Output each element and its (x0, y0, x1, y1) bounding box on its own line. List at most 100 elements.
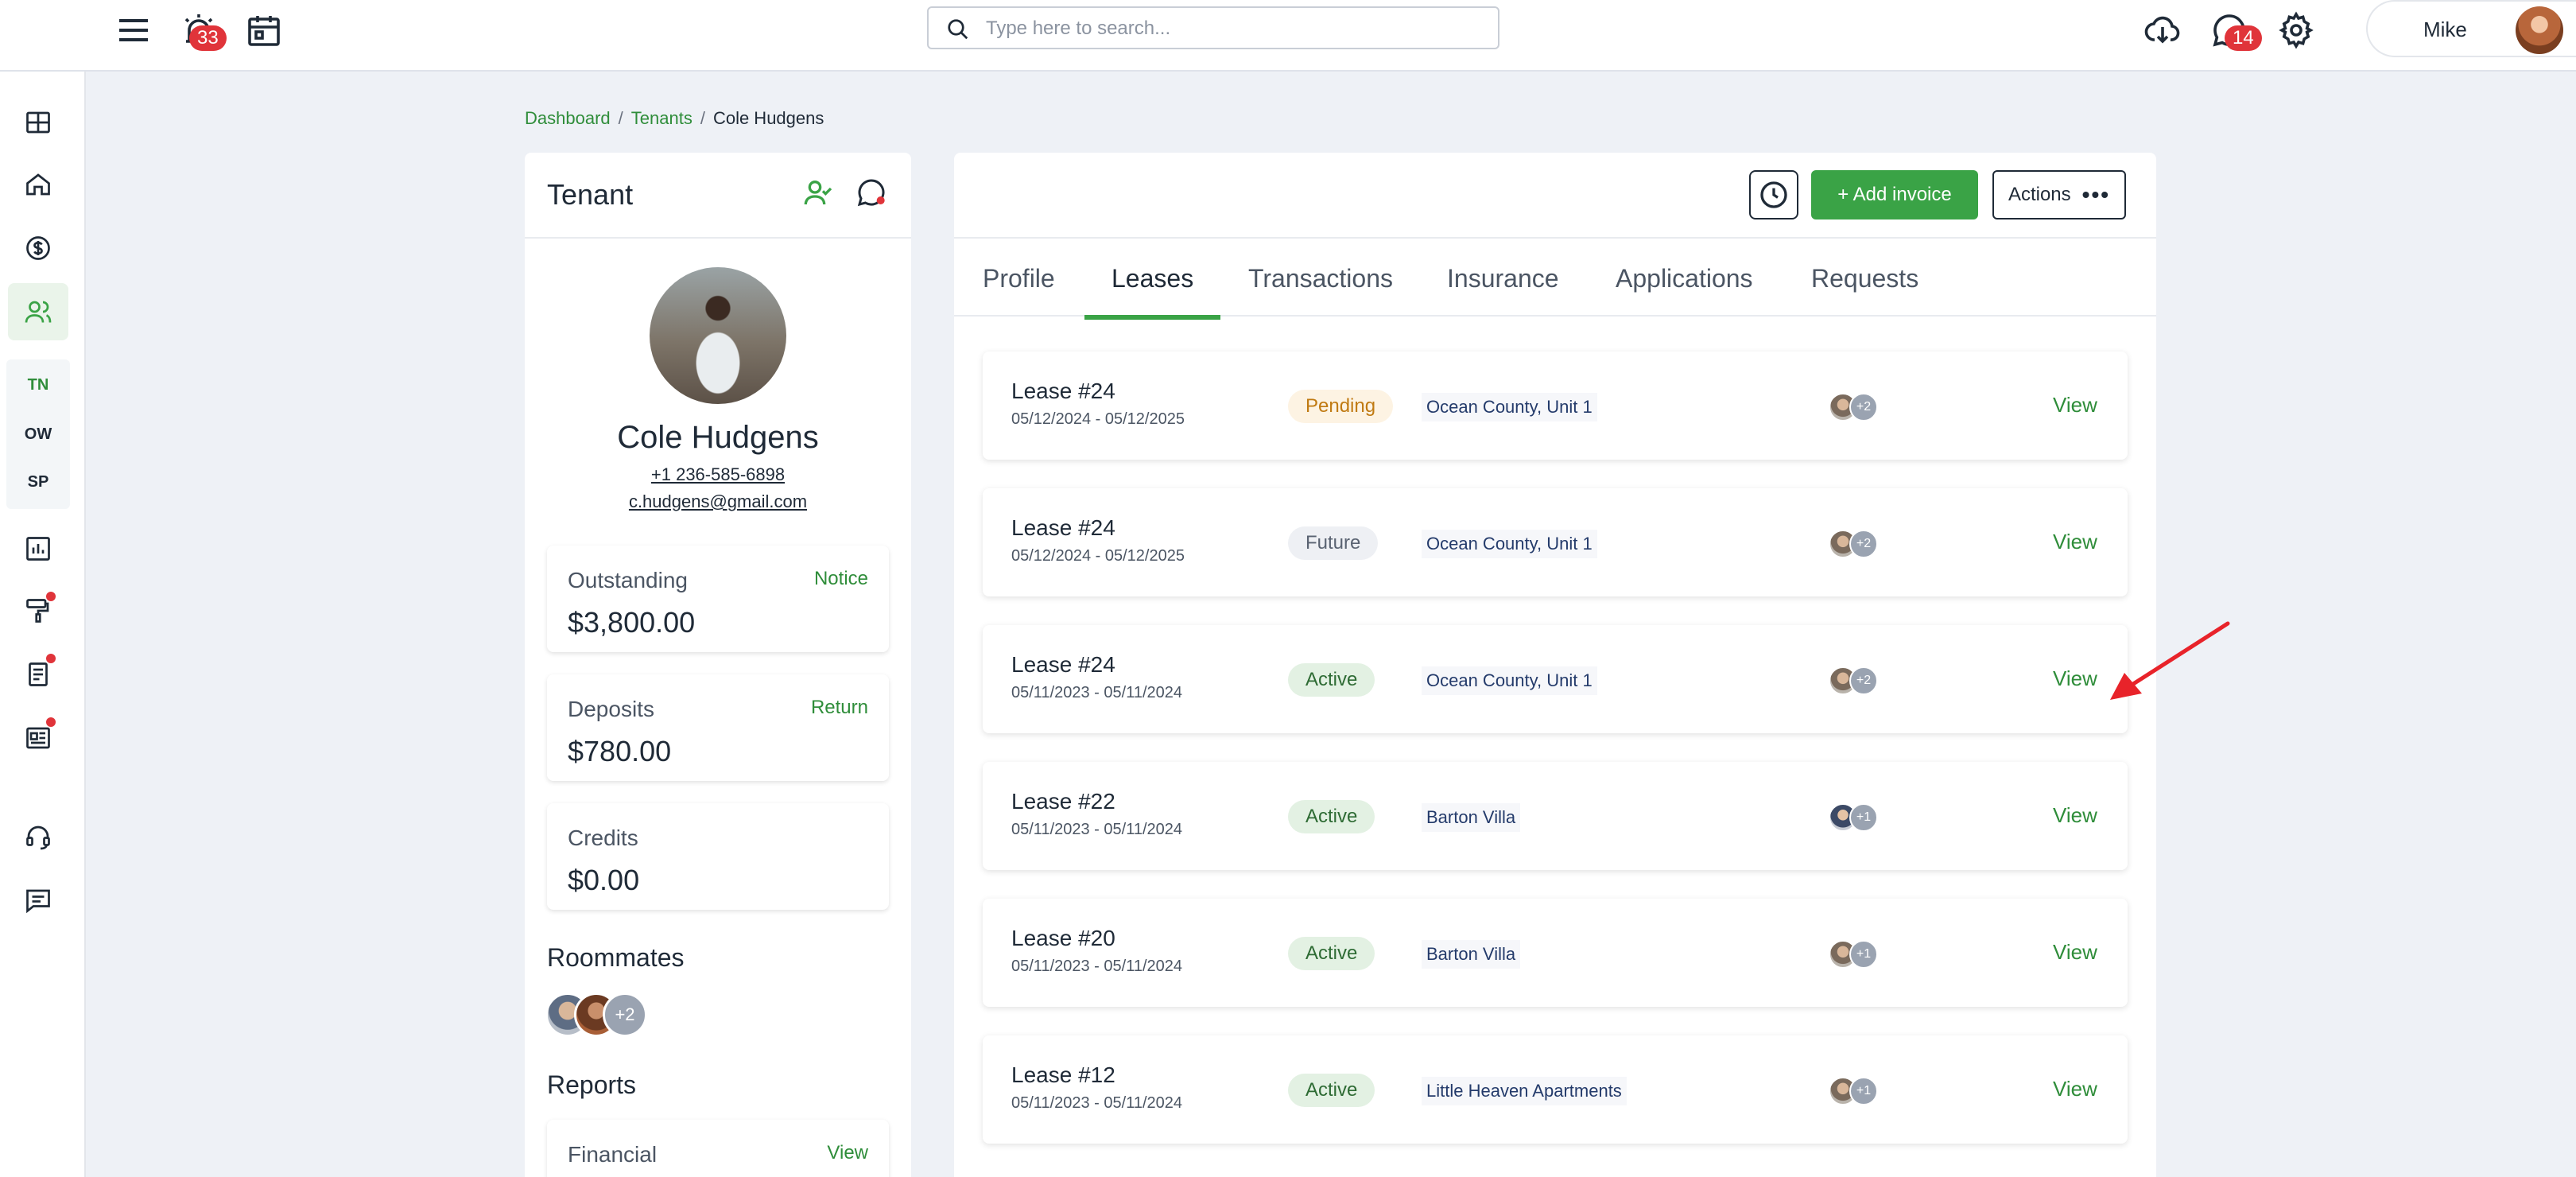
outstanding-box: Outstanding Notice $3,800.00 (547, 546, 889, 652)
notice-link[interactable]: Notice (814, 568, 868, 590)
lease-row[interactable]: Lease #12 05/11/2023 - 05/11/2024 Active… (983, 1035, 2128, 1144)
leases-card: + Add invoice Actions ••• Profile Leases… (954, 153, 2156, 1177)
home-icon (26, 173, 50, 196)
document-icon (29, 662, 48, 686)
more-dots-icon: ••• (2081, 182, 2111, 207)
lease-row[interactable]: Lease #24 05/11/2023 - 05/11/2024 Active… (983, 625, 2128, 733)
search-icon (948, 19, 968, 40)
settings-button[interactable] (2274, 8, 2318, 52)
menu-button[interactable] (111, 8, 156, 52)
breadcrumb-tenants[interactable]: Tenants (631, 108, 692, 128)
breadcrumb-current: Cole Hudgens (712, 108, 824, 128)
history-button[interactable] (1749, 170, 1798, 219)
messages-count-badge: 14 (2225, 25, 2262, 51)
credits-box: Credits $0.00 (547, 803, 889, 910)
financial-report-box: Financial View (547, 1120, 889, 1177)
breadcrumb-dashboard[interactable]: Dashboard (525, 108, 611, 128)
tab-leases[interactable]: Leases (1084, 239, 1221, 320)
tab-insurance[interactable]: Insurance (1420, 239, 1586, 318)
dollar-icon (26, 236, 50, 260)
calendar-icon (248, 16, 280, 46)
more-tenants-badge: +1 (1849, 803, 1878, 832)
lease-title: Lease #22 (1011, 789, 1115, 814)
breadcrumb: Dashboard / Tenants / Cole Hudgens (525, 108, 824, 129)
tab-profile[interactable]: Profile (956, 239, 1082, 318)
lease-row[interactable]: Lease #22 05/11/2023 - 05/11/2024 Active… (983, 762, 2128, 870)
sidebar-item-maintenance[interactable] (8, 582, 68, 639)
download-button[interactable] (2140, 8, 2185, 52)
lease-title: Lease #20 (1011, 926, 1115, 950)
sidebar-item-people[interactable] (8, 283, 68, 340)
top-bar: 33 14 Mike (0, 0, 2576, 72)
view-lease-link[interactable]: View (2053, 530, 2097, 554)
sidebar-item-tenants[interactable]: TN (8, 363, 68, 407)
search-input[interactable] (986, 14, 1479, 43)
financial-report-view-link[interactable]: View (827, 1142, 868, 1164)
view-lease-link[interactable]: View (2053, 803, 2097, 828)
calendar-button[interactable] (242, 8, 286, 52)
roommates-title: Roommates (547, 943, 685, 972)
notification-dot (46, 654, 56, 663)
property-name: Barton Villa (1422, 803, 1521, 832)
sidebar-item-owners[interactable]: OW (8, 412, 68, 456)
status-badge: Active (1288, 800, 1375, 833)
property-name: Ocean County, Unit 1 (1422, 393, 1597, 421)
tab-transactions[interactable]: Transactions (1221, 239, 1420, 318)
lease-dates: 05/11/2023 - 05/11/2024 (1011, 684, 1182, 701)
tenant-card-header: Tenant (525, 153, 911, 239)
sidebar-item-properties[interactable] (8, 156, 68, 213)
more-tenants-badge: +1 (1849, 1077, 1878, 1105)
property-name: Little Heaven Apartments (1422, 1077, 1627, 1105)
alarm-count-badge: 33 (189, 25, 227, 51)
view-lease-link[interactable]: View (2053, 1077, 2097, 1101)
gear-icon (2279, 11, 2314, 49)
search-box[interactable] (927, 6, 1499, 49)
sidebar-item-listings[interactable] (8, 709, 68, 767)
sidebar-item-feedback[interactable] (8, 872, 68, 929)
property-name: Barton Villa (1422, 940, 1521, 969)
newspaper-icon (26, 727, 50, 749)
sidebar-item-service-pros[interactable]: SP (8, 460, 68, 504)
view-lease-link[interactable]: View (2053, 940, 2097, 965)
view-lease-link[interactable]: View (2053, 666, 2097, 691)
clock-icon (1760, 181, 1787, 208)
more-tenants-badge: +2 (1849, 530, 1878, 558)
deposits-box: Deposits Return $780.00 (547, 674, 889, 781)
lease-row[interactable]: Lease #24 05/12/2024 - 05/12/2025 Pendin… (983, 352, 2128, 460)
roommates-more-badge[interactable]: +2 (603, 992, 647, 1037)
chart-icon (26, 537, 50, 561)
add-invoice-button[interactable]: + Add invoice (1811, 170, 1978, 219)
tenant-photo (650, 267, 786, 404)
sidebar-item-support[interactable] (8, 808, 68, 865)
lease-row[interactable]: Lease #20 05/11/2023 - 05/11/2024 Active… (983, 899, 2128, 1007)
hamburger-icon (119, 19, 148, 41)
return-link[interactable]: Return (811, 697, 868, 719)
headset-icon (26, 825, 50, 850)
sidebar-item-dashboard[interactable] (8, 94, 68, 151)
sidebar-item-documents[interactable] (8, 646, 68, 703)
sidebar-item-accounting[interactable] (8, 219, 68, 277)
status-badge: Active (1288, 1074, 1375, 1107)
user-menu[interactable]: Mike (2366, 0, 2576, 57)
lease-title: Lease #24 (1011, 652, 1115, 677)
view-lease-link[interactable]: View (2053, 393, 2097, 418)
lease-row[interactable]: Lease #24 05/12/2024 - 05/12/2025 Future… (983, 488, 2128, 596)
actions-button[interactable]: Actions ••• (1992, 170, 2126, 219)
tenant-email-link[interactable]: c.hudgens@gmail.com (525, 491, 911, 512)
tab-requests[interactable]: Requests (1784, 239, 1946, 318)
breadcrumb-separator: / (700, 108, 705, 128)
tenant-phone-link[interactable]: +1 236-585-6898 (525, 464, 911, 485)
sidebar-item-reports[interactable] (8, 520, 68, 577)
tenant-card-title: Tenant (547, 178, 634, 211)
deposits-value: $780.00 (568, 735, 672, 767)
dashboard-icon (26, 111, 50, 134)
reports-title: Reports (547, 1070, 637, 1099)
chat-icon[interactable] (855, 177, 887, 208)
more-tenants-badge: +1 (1849, 940, 1878, 969)
property-name: Ocean County, Unit 1 (1422, 666, 1597, 695)
user-check-icon[interactable] (803, 177, 835, 208)
lease-title: Lease #24 (1011, 379, 1115, 403)
tab-applications[interactable]: Applications (1589, 239, 1780, 318)
breadcrumb-separator: / (618, 108, 623, 128)
status-badge: Active (1288, 663, 1375, 697)
